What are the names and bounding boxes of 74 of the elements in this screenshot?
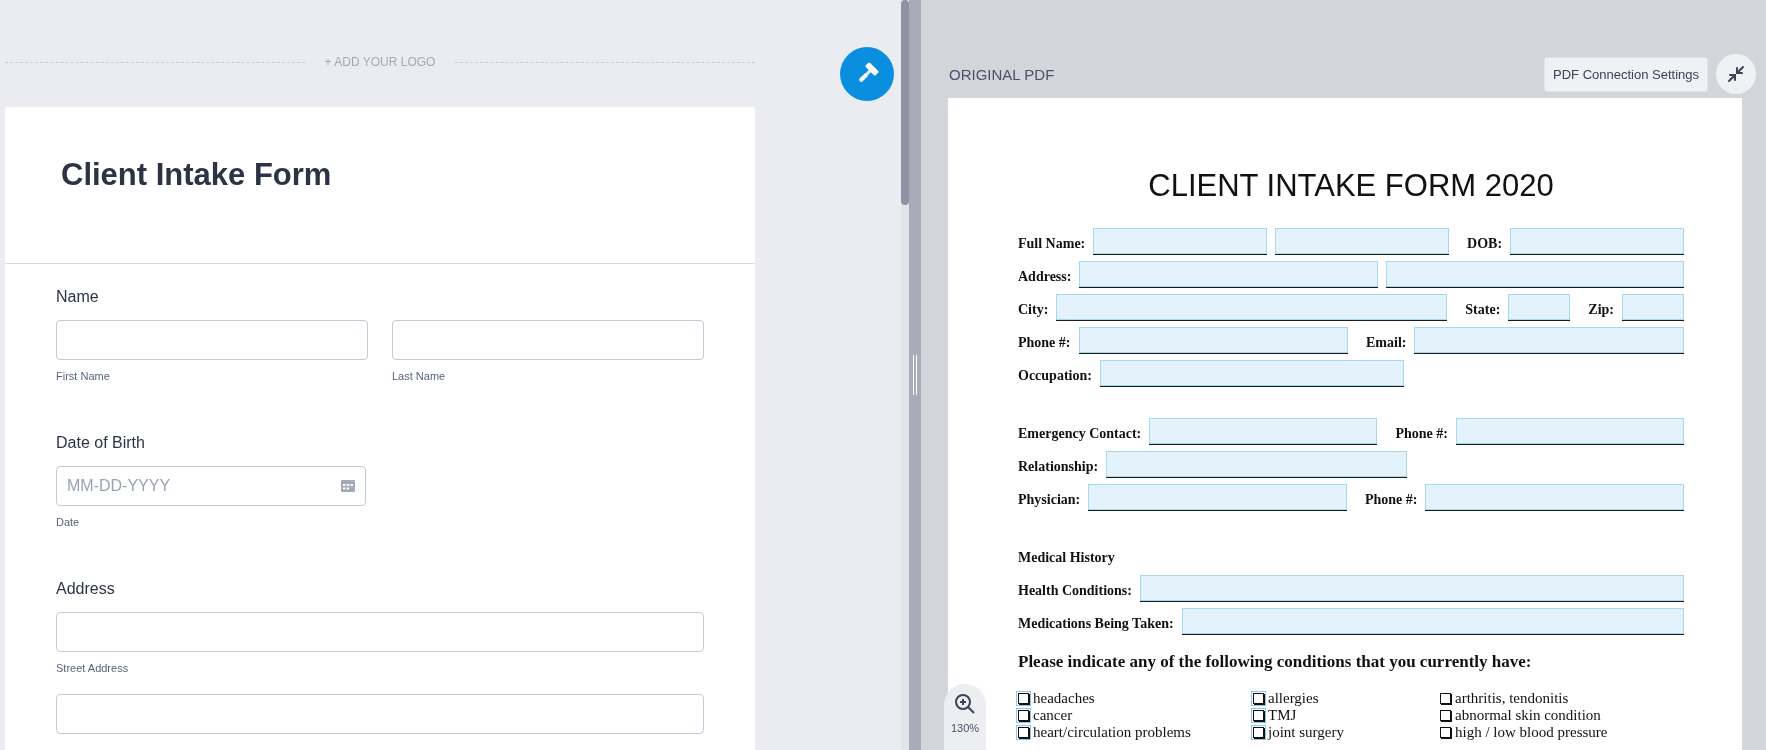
pdf-form-field[interactable]	[1139, 575, 1684, 601]
pdf-field-label: DOB:	[1467, 236, 1503, 253]
pdf-form-field[interactable]	[1149, 418, 1378, 444]
field-label: Name	[56, 288, 100, 306]
pdf-form-field[interactable]	[1510, 228, 1684, 254]
form-title: Client Intake Form	[61, 157, 333, 193]
condition-label: heart/circulation problems	[1033, 724, 1191, 741]
pdf-form-field[interactable]	[1622, 294, 1684, 320]
pdf-form-field[interactable]	[1425, 484, 1684, 510]
panel-resize-handle[interactable]	[909, 0, 921, 750]
pdf-field-label: Email:	[1366, 335, 1407, 352]
pdf-form-field[interactable]	[1099, 360, 1405, 386]
pdf-field-label: Zip:	[1588, 302, 1614, 319]
pdf-form-field[interactable]	[1079, 261, 1378, 287]
calendar-icon	[341, 480, 355, 492]
pdf-field-label: State:	[1465, 302, 1501, 319]
field-label: Date of Birth	[56, 434, 146, 452]
condition-label: TMJ	[1268, 707, 1297, 724]
scrollbar[interactable]	[901, 0, 909, 750]
pdf-field-label: Phone #:	[1364, 492, 1418, 509]
pdf-field-label: Phone #:	[1395, 426, 1448, 443]
field-sublabel: First Name	[56, 370, 111, 382]
pdf-field-label: Occupation:	[1018, 368, 1092, 385]
pdf-form-field[interactable]	[1181, 608, 1684, 634]
field-sublabel: Street Address	[56, 662, 130, 674]
pdf-form-field[interactable]	[1088, 484, 1347, 510]
pdf-settings-button[interactable]: PDF Connection Settings	[1544, 56, 1708, 92]
pdf-title: CLIENT INTAKE FORM 2020	[1147, 168, 1555, 204]
condition-label: allergies	[1268, 690, 1319, 707]
text-input[interactable]	[56, 320, 368, 360]
zoom-control[interactable]: 130%	[944, 684, 986, 750]
pdf-form-field[interactable]	[1106, 451, 1407, 477]
pdf-field-label: Relationship:	[1018, 459, 1099, 476]
pdf-field-label: Medications Being Taken:	[1018, 616, 1174, 633]
text-input[interactable]	[392, 320, 704, 360]
pdf-form-field[interactable]	[1275, 228, 1450, 254]
text-input[interactable]	[56, 694, 704, 734]
condition-label: arthritis, tendonitis	[1455, 690, 1569, 707]
text-input[interactable]	[56, 612, 704, 652]
field-sublabel: Last Name	[392, 370, 447, 382]
pdf-field-label: Address:	[1018, 269, 1072, 286]
zoom-in-icon[interactable]	[953, 692, 977, 716]
checkbox[interactable]	[1253, 727, 1264, 738]
date-input[interactable]: MM-DD-YYYY	[56, 466, 366, 506]
checkbox[interactable]	[1018, 710, 1029, 721]
condition-label: abnormal skin condition	[1455, 707, 1601, 724]
pdf-field-label: City:	[1018, 302, 1049, 319]
pdf-form-field[interactable]	[1414, 327, 1684, 353]
pdf-form-field[interactable]	[1056, 294, 1448, 320]
zoom-level: 130%	[950, 722, 980, 734]
panel-heading: ORIGINAL PDF	[949, 65, 1056, 83]
condition-label: joint surgery	[1268, 724, 1344, 741]
field-sublabel: Date	[56, 516, 81, 528]
pdf-form-field[interactable]	[1455, 418, 1684, 444]
pdf-form-field[interactable]	[1078, 327, 1349, 353]
pdf-field-label: Health Conditions:	[1018, 583, 1132, 600]
pdf-form-field[interactable]	[1385, 261, 1684, 287]
condition-label: high / low blood pressure	[1455, 724, 1608, 741]
checkbox[interactable]	[1253, 710, 1264, 721]
pdf-field-label: Physician:	[1018, 492, 1081, 509]
pdf-field-label: Phone #:	[1018, 335, 1071, 352]
pdf-field-label: Emergency Contact:	[1018, 426, 1142, 443]
pdf-instruction: Please indicate any of the following conditions that you currently have:	[1018, 652, 1533, 672]
condition-label: headaches	[1033, 690, 1095, 707]
pdf-form-field[interactable]	[1093, 228, 1268, 254]
checkbox[interactable]	[1018, 727, 1029, 738]
checkbox[interactable]	[1018, 693, 1029, 704]
pdf-form-field[interactable]	[1508, 294, 1571, 320]
field-label: Address	[56, 580, 116, 598]
checkbox[interactable]	[1253, 693, 1264, 704]
condition-label: cancer	[1033, 707, 1073, 724]
collapse-icon[interactable]	[1716, 54, 1756, 94]
pdf-field-label: Medical History	[1018, 550, 1115, 567]
pdf-field-label: Full Name:	[1018, 236, 1086, 253]
